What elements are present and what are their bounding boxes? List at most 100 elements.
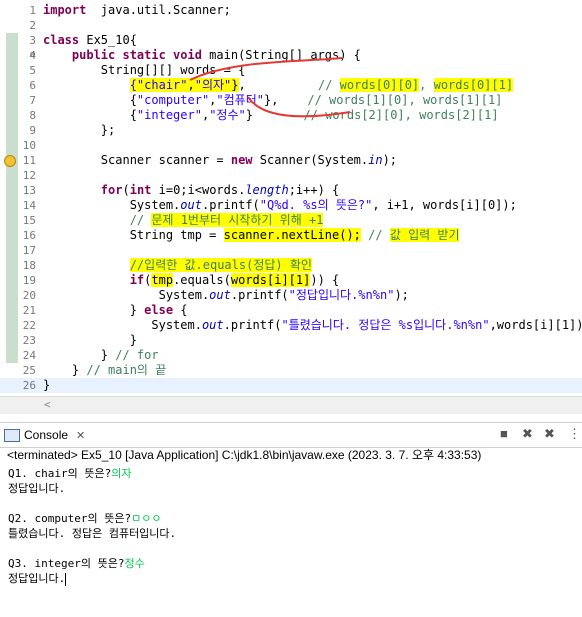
- code-token: {: [129, 33, 137, 47]
- code-text: } // for: [43, 348, 159, 363]
- code-token: ,words[i][1]);: [489, 318, 582, 332]
- code-line[interactable]: 20 System.out.printf("정답입니다.%n%n");: [0, 288, 582, 303]
- console-icon: [4, 428, 20, 442]
- code-line[interactable]: 4 ⊖ public static void main(String[] args…: [0, 48, 582, 63]
- code-token: new: [230, 153, 253, 167]
- line-number: 5: [29, 64, 36, 77]
- code-text: System.out.printf("정답입니다.%n%n");: [43, 288, 409, 303]
- editor-horizontal-scrollbar[interactable]: <: [0, 396, 582, 414]
- console-output-line: Q1. chair의 뜻은?의자: [8, 466, 131, 481]
- code-text: // 문제 1번부터 시작하기 위해 +1: [43, 213, 324, 228]
- code-token: //: [129, 213, 152, 227]
- console-text: 정답입니다.: [8, 482, 66, 495]
- code-line[interactable]: 11 Scanner scanner = new Scanner(System.…: [0, 153, 582, 168]
- code-text: String[][] words = {: [43, 63, 246, 78]
- line-number: 18: [22, 259, 36, 272]
- code-text: }: [43, 333, 137, 348]
- code-token: "컴퓨터": [216, 93, 264, 107]
- code-token: {: [173, 303, 188, 317]
- code-line[interactable]: 24 } // for: [0, 348, 582, 363]
- code-text: import java.util.Scanner;: [43, 3, 231, 18]
- code-token: out: [209, 288, 231, 302]
- remove-all-terminated-icon[interactable]: ✖: [544, 426, 555, 442]
- code-token: "Q%d. %s의 뜻은?": [259, 198, 373, 212]
- code-token: import: [43, 3, 87, 17]
- code-token: }: [245, 108, 304, 122]
- code-token: length: [245, 183, 289, 197]
- line-number: 12: [22, 169, 36, 182]
- code-token: Scanner(System.: [252, 153, 369, 167]
- code-line[interactable]: 19 if(tmp.equals(words[i][1])) {: [0, 273, 582, 288]
- code-line[interactable]: 6 {"chair","의자"}, // words[0][0], words[…: [0, 78, 582, 93]
- code-token: else: [144, 303, 174, 317]
- fold-toggle-icon[interactable]: ⊖: [30, 48, 35, 63]
- code-line[interactable]: 21 } else {: [0, 303, 582, 318]
- code-line[interactable]: 7 {"computer","컴퓨터"}, // words[1][0], wo…: [0, 93, 582, 108]
- code-line[interactable]: 1 import java.util.Scanner;: [0, 3, 582, 18]
- code-token: System.: [43, 198, 181, 212]
- code-line[interactable]: 9 };: [0, 123, 582, 138]
- line-number: 24: [22, 349, 36, 362]
- console-view-header: Console ✕ ■ ✖ ✖ ⋮: [0, 422, 582, 448]
- scroll-left-icon[interactable]: <: [44, 398, 51, 411]
- code-line[interactable]: 22 System.out.printf("틀렸습니다. 정답은 %s입니다.%…: [0, 318, 582, 333]
- code-token: words[0][0]: [339, 78, 420, 92]
- line-number: 3: [29, 34, 36, 47]
- code-token: , i+1, words[i][0]);: [372, 198, 517, 212]
- code-line[interactable]: 15 // 문제 1번부터 시작하기 위해 +1: [0, 213, 582, 228]
- code-line[interactable]: 25 } // main의 끝: [0, 363, 582, 378]
- code-token: 문제 1번부터 시작하기 위해 +1: [151, 213, 324, 227]
- code-token: };: [43, 123, 116, 137]
- code-text: //입력한 값.equals(정답) 확인: [43, 258, 312, 273]
- code-token: .printf(: [223, 318, 282, 332]
- view-menu-icon[interactable]: ⋮: [568, 426, 581, 442]
- code-line[interactable]: 26}: [0, 378, 582, 393]
- line-number: 2: [29, 19, 36, 32]
- code-editor[interactable]: 1 import java.util.Scanner; 2 3 class Ex5_10…: [0, 0, 582, 396]
- line-number: 9: [29, 124, 36, 137]
- code-token: "의자": [194, 78, 232, 92]
- code-line[interactable]: 10: [0, 138, 582, 153]
- line-number: 1: [29, 4, 36, 17]
- line-number: 23: [22, 334, 36, 347]
- console-output-line: 정답입니다.: [8, 481, 65, 496]
- line-number: 6: [29, 79, 36, 92]
- pin-console-icon[interactable]: ■: [500, 426, 508, 442]
- code-line[interactable]: 3 class Ex5_10{: [0, 33, 582, 48]
- code-token: main(String[] args) {: [201, 48, 361, 62]
- code-line[interactable]: 8 {"integer","정수"} // words[2][0], words…: [0, 108, 582, 123]
- code-token: ,: [238, 78, 318, 92]
- code-token: //: [317, 78, 340, 92]
- code-line[interactable]: 13 for(int i=0;i<words.length;i++) {: [0, 183, 582, 198]
- code-line[interactable]: 14 System.out.printf("Q%d. %s의 뜻은?", i+1…: [0, 198, 582, 213]
- code-token: words[i][1]: [230, 273, 311, 287]
- code-token: },: [263, 93, 308, 107]
- code-line[interactable]: 18 //입력한 값.equals(정답) 확인: [0, 258, 582, 273]
- terminate-icon[interactable]: ✖: [522, 426, 533, 442]
- code-line[interactable]: 23 }: [0, 333, 582, 348]
- code-token: }: [43, 303, 145, 317]
- code-line[interactable]: 5 String[][] words = {: [0, 63, 582, 78]
- code-line[interactable]: 16 String tmp = scanner.nextLine(); // 값…: [0, 228, 582, 243]
- console-text: 정답입니다.: [8, 572, 66, 585]
- code-line[interactable]: 17: [0, 243, 582, 258]
- code-text: if(tmp.equals(words[i][1])) {: [43, 273, 339, 288]
- code-token: = {: [216, 63, 246, 77]
- code-token: }: [231, 78, 239, 92]
- code-token: ,: [419, 78, 434, 92]
- code-line[interactable]: 12: [0, 168, 582, 183]
- code-line[interactable]: 2: [0, 18, 582, 33]
- code-token: )) {: [310, 273, 340, 287]
- tab-console[interactable]: Console ✕: [4, 426, 85, 444]
- close-icon[interactable]: ✕: [76, 429, 85, 442]
- code-text: Scanner scanner = new Scanner(System.in)…: [43, 153, 397, 168]
- code-text: public static void main(String[] args) {: [43, 48, 361, 63]
- code-token: ,: [187, 78, 195, 92]
- code-text: } // main의 끝: [43, 363, 166, 378]
- code-text: class Ex5_10{: [43, 33, 137, 48]
- code-token: "정수": [209, 108, 246, 122]
- code-token: out: [180, 198, 202, 212]
- code-text: {"computer","컴퓨터"}, // words[1][0], word…: [43, 93, 503, 108]
